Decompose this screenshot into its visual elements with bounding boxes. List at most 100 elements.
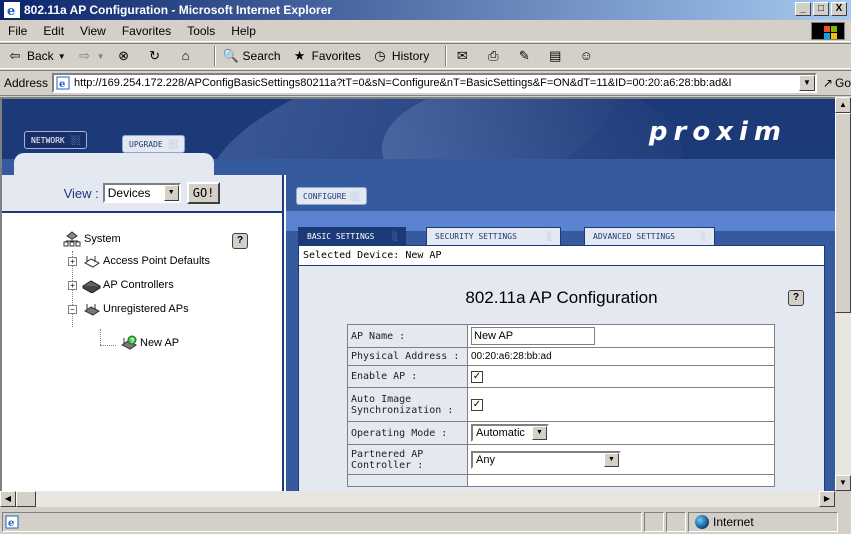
tree-node-unregistered-aps[interactable]: − Unregistered APs — [68, 301, 189, 317]
nav-band — [2, 153, 835, 175]
go-button[interactable]: ↗ Go — [823, 76, 851, 90]
menu-tools[interactable]: Tools — [187, 24, 215, 38]
favorites-button[interactable]: ★ Favorites — [291, 47, 361, 65]
messenger-button[interactable]: ☺ — [577, 47, 598, 65]
tree-help-icon[interactable]: ? — [232, 233, 248, 249]
menu-edit[interactable]: Edit — [43, 24, 64, 38]
page-icon: e — [56, 76, 70, 90]
search-icon: 🔍 — [222, 48, 239, 63]
table-row: Enable AP : ✓ — [347, 365, 775, 388]
table-row: Operating Mode : Automatic ▼ — [347, 421, 775, 445]
table-row: Auto Image Synchronization : ✓ — [347, 387, 775, 422]
enable-ap-label: Enable AP : — [347, 365, 468, 388]
partnered-controller-label: Partnered AP Controller : — [347, 444, 468, 475]
maximize-button[interactable]: □ — [813, 2, 829, 16]
history-button[interactable]: ◷ History — [371, 47, 429, 65]
enable-ap-checkbox[interactable]: ✓ — [471, 370, 483, 383]
tab-upgrade[interactable]: UPGRADE ░░ — [122, 135, 186, 153]
tab-security-settings[interactable]: SECURITY SETTINGS ░ — [426, 227, 561, 245]
discuss-button[interactable]: ▤ — [546, 47, 567, 65]
collapse-minus-icon[interactable]: − — [68, 304, 77, 314]
auto-image-sync-checkbox[interactable]: ✓ — [471, 398, 483, 411]
address-dropdown-icon[interactable]: ▼ — [798, 75, 815, 91]
menu-help[interactable]: Help — [231, 24, 256, 38]
vertical-scrollbar[interactable]: ▲ ▼ — [835, 97, 851, 491]
access-point-icon — [84, 304, 100, 316]
expand-plus-icon[interactable]: + — [68, 256, 77, 266]
chevron-down-icon: ▼ — [532, 426, 547, 440]
ap-name-input[interactable]: New AP — [471, 327, 595, 345]
partnered-controller-select[interactable]: Any ▼ — [471, 450, 621, 469]
window-titlebar: e 802.11a AP Configuration - Microsoft I… — [0, 0, 851, 20]
stop-button[interactable]: ⊗ — [115, 47, 136, 65]
edit-button[interactable]: ✎ — [515, 47, 536, 65]
svg-text:e: e — [8, 518, 14, 529]
back-arrow-icon: ⇦ — [9, 48, 21, 63]
address-url: http://169.254.172.228/APConfigBasicSett… — [74, 77, 732, 89]
horizontal-scroll-thumb[interactable] — [16, 491, 36, 507]
print-icon: ⎙ — [488, 48, 499, 63]
mail-icon: ✉ — [456, 48, 468, 63]
tab-network[interactable]: NETWORK ░░ — [24, 131, 88, 149]
chevron-down-icon: ▼ — [604, 452, 619, 467]
ie-icon: e — [4, 2, 20, 18]
history-icon: ◷ — [374, 48, 386, 63]
scroll-down-icon[interactable]: ▼ — [835, 475, 851, 491]
view-go-button[interactable]: GO! — [186, 182, 221, 204]
toolbar-separator — [213, 46, 216, 66]
address-bar: Address e http://169.254.172.228/APConfi… — [0, 70, 851, 96]
settings-table: AP Name : New AP Physical Address : 00:2… — [347, 324, 775, 487]
print-button[interactable]: ⎙ — [484, 47, 505, 65]
edit-icon: ✎ — [518, 48, 530, 63]
physical-address-value: 00:20:a6:28:bb:ad — [467, 347, 775, 366]
vertical-scroll-thumb[interactable] — [835, 113, 851, 313]
back-button[interactable]: ⇦ Back ▼ — [6, 47, 66, 65]
left-pane: View : Devices ▼ GO! System ? + Access P… — [2, 175, 284, 491]
status-text: e — [2, 512, 642, 532]
physical-address-label: Physical Address : — [347, 347, 468, 366]
page-title: 802.11a AP Configuration — [465, 288, 658, 307]
forward-button[interactable]: ⇨ ▼ — [76, 47, 104, 65]
svg-text:e: e — [7, 4, 15, 18]
scroll-right-icon[interactable]: ▶ — [819, 491, 835, 507]
home-icon: ⌂ — [181, 48, 190, 63]
view-select[interactable]: Devices ▼ — [102, 183, 181, 203]
horizontal-scrollbar[interactable]: ◀ ▶ — [0, 491, 835, 507]
menu-favorites[interactable]: Favorites — [122, 24, 171, 38]
access-point-icon — [84, 256, 100, 268]
address-input[interactable]: e http://169.254.172.228/APConfigBasicSe… — [52, 73, 817, 93]
tree-node-new-ap[interactable]: ? New AP — [118, 335, 179, 351]
operating-mode-label: Operating Mode : — [347, 421, 468, 445]
config-help-icon[interactable]: ? — [788, 290, 804, 306]
security-zone: Internet — [688, 512, 838, 532]
view-label: View : — [63, 185, 99, 201]
home-button[interactable]: ⌂ — [177, 47, 198, 65]
scroll-up-icon[interactable]: ▲ — [835, 97, 851, 113]
tree-node-ap-controllers[interactable]: + AP Controllers — [68, 277, 174, 293]
menu-bar: File Edit View Favorites Tools Help — [0, 20, 851, 42]
search-button[interactable]: 🔍 Search — [222, 47, 280, 65]
scroll-left-icon[interactable]: ◀ — [0, 491, 16, 507]
toolbar-separator — [445, 46, 448, 66]
menu-file[interactable]: File — [8, 24, 27, 38]
operating-mode-select[interactable]: Automatic ▼ — [471, 424, 549, 442]
windows-logo-icon — [811, 22, 845, 40]
mail-button[interactable]: ✉ — [453, 47, 474, 65]
ap-name-label: AP Name : — [347, 324, 468, 348]
table-row: Physical Address : 00:20:a6:28:bb:ad — [347, 347, 775, 366]
menu-view[interactable]: View — [80, 24, 106, 38]
tree-node-system[interactable]: System — [62, 231, 121, 247]
expand-plus-icon[interactable]: + — [68, 280, 77, 290]
tree-node-access-point-defaults[interactable]: + Access Point Defaults — [68, 253, 210, 269]
tab-basic-settings[interactable]: BASIC SETTINGS ░ — [298, 227, 407, 245]
tab-configure[interactable]: CONFIGURE ░░ — [296, 187, 367, 205]
refresh-button[interactable]: ↻ — [146, 47, 167, 65]
minimize-button[interactable]: _ — [795, 2, 811, 16]
close-button[interactable]: X — [831, 2, 847, 16]
window-title: 802.11a AP Configuration - Microsoft Int… — [24, 3, 333, 17]
svg-text:?: ? — [130, 338, 134, 345]
status-bar: e Internet — [0, 510, 851, 534]
view-selector-row: View : Devices ▼ GO! — [2, 175, 282, 213]
tab-advanced-settings[interactable]: ADVANCED SETTINGS ░ — [584, 227, 715, 245]
messenger-icon: ☺ — [579, 48, 593, 63]
